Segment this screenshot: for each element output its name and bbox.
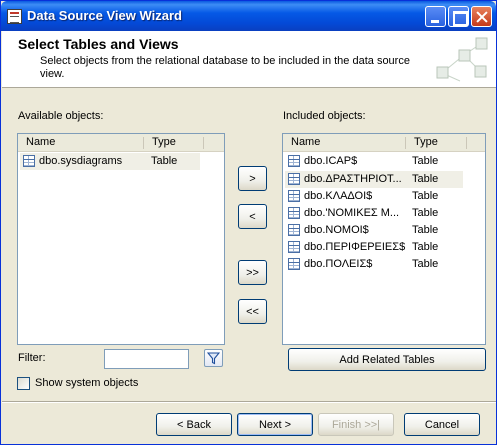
item-type: Table <box>412 224 439 236</box>
show-system-objects-checkbox[interactable] <box>17 377 30 390</box>
column-header-type[interactable]: Type <box>408 134 438 151</box>
list-item[interactable]: dbo.'ΝΟΜΙΚΕΣ Μ... Table <box>285 205 463 222</box>
show-system-objects-label: Show system objects <box>35 377 139 389</box>
column-header-type[interactable]: Type <box>146 134 176 151</box>
next-button[interactable]: Next > <box>237 413 313 436</box>
item-type: Table <box>412 155 439 167</box>
table-icon <box>288 241 300 253</box>
included-list-header: Name Type <box>283 134 485 152</box>
item-name: dbo.ΚΛΑΔΟΙ$ <box>304 190 373 202</box>
table-icon <box>288 207 300 219</box>
wizard-header: Select Tables and Views Select objects f… <box>2 31 496 88</box>
table-icon <box>288 190 300 202</box>
minimize-button[interactable] <box>425 6 446 27</box>
filter-label: Filter: <box>18 352 46 364</box>
table-icon <box>288 258 300 270</box>
item-name: dbo.sysdiagrams <box>39 155 123 167</box>
item-type: Table <box>412 173 439 185</box>
item-name: dbo.ICAP$ <box>304 155 358 167</box>
wizard-window: Data Source View Wizard Select Tables an… <box>0 0 497 445</box>
list-item[interactable]: dbo.ΝΟΜΟΙ$ Table <box>285 222 463 239</box>
table-icon <box>23 155 35 167</box>
item-type: Table <box>412 207 439 219</box>
page-description: Select objects from the relational datab… <box>40 55 410 80</box>
list-item[interactable]: dbo.ΠΟΛΕΙΣ$ Table <box>285 256 463 273</box>
remove-all-button[interactable]: << <box>238 299 267 324</box>
item-type: Table <box>412 190 439 202</box>
add-related-tables-button[interactable]: Add Related Tables <box>288 348 486 371</box>
window-title: Data Source View Wizard <box>27 8 182 23</box>
maximize-button[interactable] <box>448 6 469 27</box>
list-item[interactable]: dbo.ΔΡΑΣΤΗΡΙΟΤ... Table <box>285 171 463 188</box>
filter-input[interactable] <box>104 349 189 369</box>
table-icon <box>288 155 300 167</box>
close-button[interactable] <box>471 6 492 27</box>
finish-button[interactable]: Finish >>| <box>318 413 394 436</box>
column-divider[interactable] <box>203 137 204 149</box>
item-type: Table <box>412 258 439 270</box>
available-objects-label: Available objects: <box>18 110 104 122</box>
list-item[interactable]: dbo.sysdiagrams Table <box>20 153 200 170</box>
cancel-button[interactable]: Cancel <box>404 413 480 436</box>
column-divider[interactable] <box>466 137 467 149</box>
page-title: Select Tables and Views <box>18 36 179 52</box>
add-all-button[interactable]: >> <box>238 260 267 285</box>
app-icon <box>7 9 22 24</box>
available-list-header: Name Type <box>18 134 224 152</box>
back-button[interactable]: < Back <box>156 413 232 436</box>
add-selected-button[interactable]: > <box>238 166 267 191</box>
column-header-name[interactable]: Name <box>20 134 55 151</box>
list-item[interactable]: dbo.ICAP$ Table <box>285 153 463 170</box>
footer-divider <box>2 401 496 403</box>
list-item[interactable]: dbo.ΠΕΡΙΦΕΡΕΙΕΣ$ Table <box>285 239 463 256</box>
table-icon <box>288 224 300 236</box>
column-divider[interactable] <box>143 137 144 149</box>
list-item[interactable]: dbo.ΚΛΑΔΟΙ$ Table <box>285 188 463 205</box>
item-name: dbo.ΝΟΜΟΙ$ <box>304 224 369 236</box>
apply-filter-button[interactable] <box>204 349 223 367</box>
filter-funnel-icon <box>207 352 220 365</box>
item-type: Table <box>151 155 178 167</box>
table-icon <box>288 173 300 185</box>
data-source-graphic-icon <box>436 37 488 82</box>
column-divider[interactable] <box>405 137 406 149</box>
remove-selected-button[interactable]: < <box>238 204 267 229</box>
item-name: dbo.'ΝΟΜΙΚΕΣ Μ... <box>304 207 400 219</box>
item-name: dbo.ΠΟΛΕΙΣ$ <box>304 258 373 270</box>
item-name: dbo.ΔΡΑΣΤΗΡΙΟΤ... <box>304 173 402 185</box>
included-objects-label: Included objects: <box>283 110 366 122</box>
item-name: dbo.ΠΕΡΙΦΕΡΕΙΕΣ$ <box>304 241 406 253</box>
included-objects-list[interactable]: Name Type dbo.ICAP$ Table dbo.ΔΡΑΣΤΗΡΙΟΤ… <box>282 133 486 345</box>
title-bar[interactable]: Data Source View Wizard <box>1 1 496 31</box>
available-objects-list[interactable]: Name Type dbo.sysdiagrams Table <box>17 133 225 345</box>
item-type: Table <box>412 241 439 253</box>
column-header-name[interactable]: Name <box>285 134 320 151</box>
